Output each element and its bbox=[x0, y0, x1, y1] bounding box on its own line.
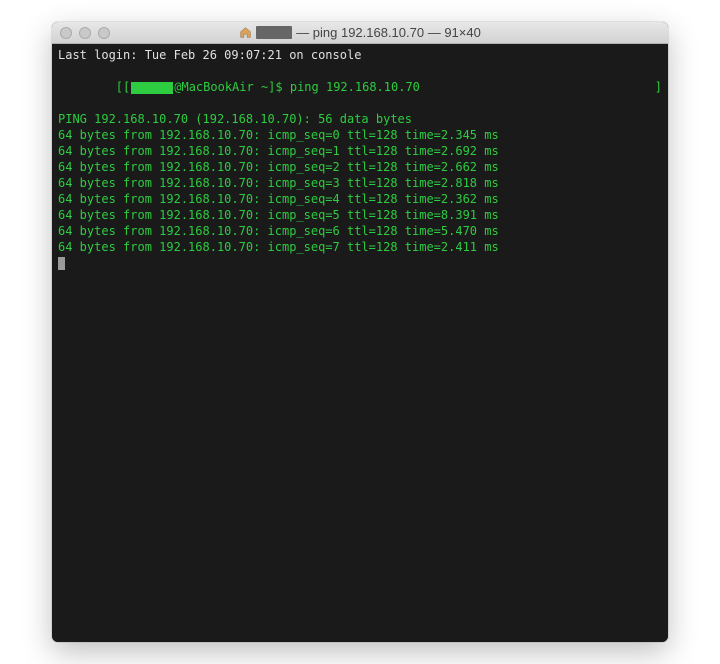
title-text: — ping 192.168.10.70 — 91×40 bbox=[296, 25, 481, 40]
terminal-window: — ping 192.168.10.70 — 91×40 Last login:… bbox=[52, 22, 668, 642]
home-icon bbox=[239, 26, 252, 39]
redacted-user bbox=[256, 26, 292, 39]
ping-reply: 64 bytes from 192.168.10.70: icmp_seq=4 … bbox=[58, 191, 662, 207]
prompt-close: ] bbox=[655, 79, 662, 95]
ping-reply: 64 bytes from 192.168.10.70: icmp_seq=0 … bbox=[58, 127, 662, 143]
ping-reply: 64 bytes from 192.168.10.70: icmp_seq=2 … bbox=[58, 159, 662, 175]
ping-header: PING 192.168.10.70 (192.168.10.70): 56 d… bbox=[58, 111, 662, 127]
last-login-line: Last login: Tue Feb 26 09:07:21 on conso… bbox=[58, 47, 662, 63]
command-text: ping 192.168.10.70 bbox=[290, 80, 420, 94]
redacted-username bbox=[131, 82, 173, 94]
traffic-lights bbox=[60, 27, 110, 39]
cursor-line bbox=[58, 255, 662, 271]
titlebar[interactable]: — ping 192.168.10.70 — 91×40 bbox=[52, 22, 668, 44]
ping-reply: 64 bytes from 192.168.10.70: icmp_seq=6 … bbox=[58, 223, 662, 239]
prompt-line: [[ @MacBookAir ~]$ ping 192.168.10.70 ] bbox=[58, 63, 662, 111]
ping-reply: 64 bytes from 192.168.10.70: icmp_seq=3 … bbox=[58, 175, 662, 191]
minimize-button[interactable] bbox=[79, 27, 91, 39]
ping-reply: 64 bytes from 192.168.10.70: icmp_seq=5 … bbox=[58, 207, 662, 223]
close-button[interactable] bbox=[60, 27, 72, 39]
ping-reply: 64 bytes from 192.168.10.70: icmp_seq=7 … bbox=[58, 239, 662, 255]
prompt-host: @MacBookAir ~]$ bbox=[174, 80, 290, 94]
ping-reply: 64 bytes from 192.168.10.70: icmp_seq=1 … bbox=[58, 143, 662, 159]
zoom-button[interactable] bbox=[98, 27, 110, 39]
cursor bbox=[58, 257, 65, 270]
window-title: — ping 192.168.10.70 — 91×40 bbox=[52, 25, 668, 40]
prompt-open: [[ bbox=[116, 80, 130, 94]
terminal-body[interactable]: Last login: Tue Feb 26 09:07:21 on conso… bbox=[52, 44, 668, 642]
